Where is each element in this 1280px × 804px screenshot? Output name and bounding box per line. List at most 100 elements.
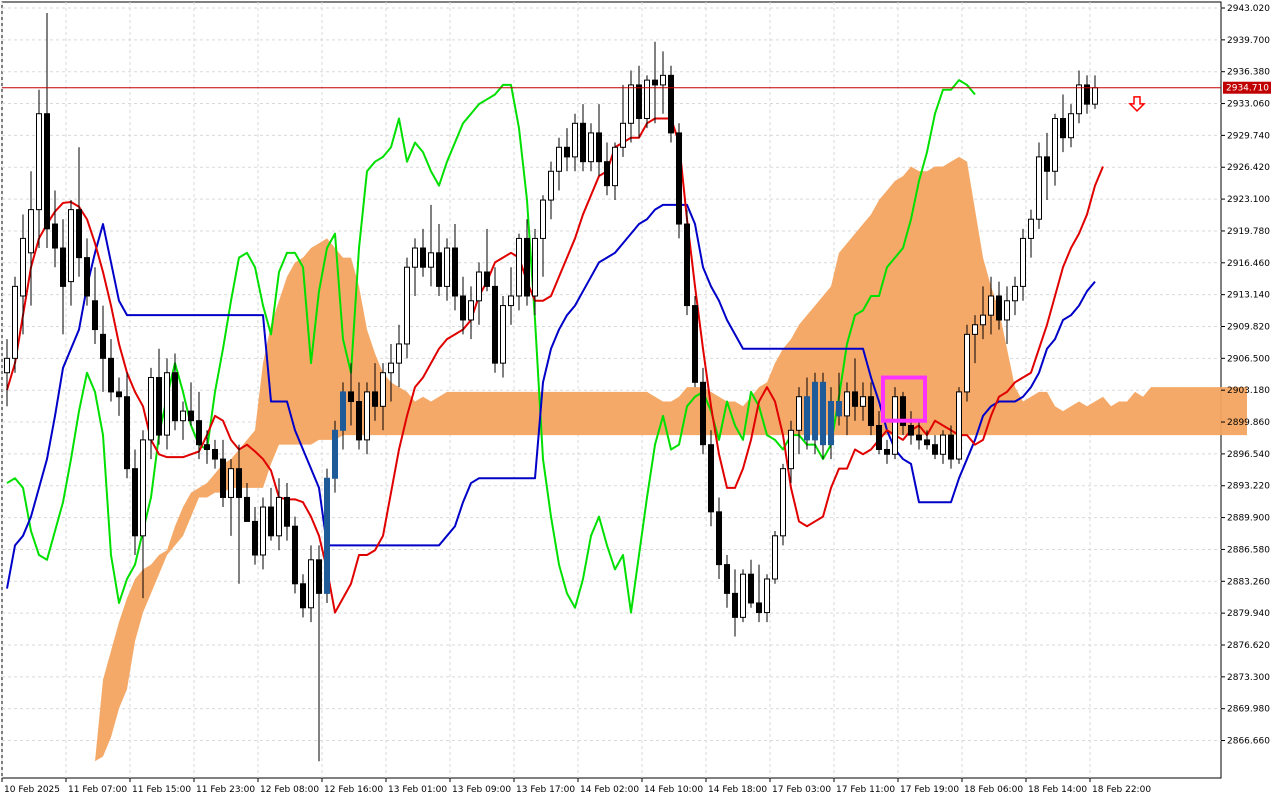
candle-body bbox=[932, 444, 938, 455]
candle-body bbox=[636, 84, 642, 120]
candle-body bbox=[884, 448, 890, 455]
price-tick-label: 2899.860 bbox=[1227, 418, 1270, 428]
price-tick-label: 2916.460 bbox=[1227, 259, 1270, 269]
candle-body bbox=[788, 429, 794, 470]
cloud-segment bbox=[671, 396, 679, 436]
time-tick-label: 11 Feb 15:00 bbox=[132, 785, 191, 795]
candle-body bbox=[220, 458, 226, 498]
price-tick-label: 2873.300 bbox=[1227, 673, 1270, 683]
candle-body bbox=[676, 132, 682, 225]
price-tick-label: 2933.060 bbox=[1227, 100, 1270, 110]
time-tick-label: 14 Feb 02:00 bbox=[580, 785, 639, 795]
price-tick-label: 2943.020 bbox=[1227, 4, 1270, 14]
cloud-segment bbox=[327, 238, 335, 440]
candle-body bbox=[956, 391, 962, 460]
candle-body bbox=[92, 300, 98, 331]
candle-body bbox=[868, 396, 874, 426]
candle-body bbox=[484, 271, 490, 287]
candle-body bbox=[628, 84, 634, 124]
cloud-segment bbox=[935, 166, 943, 436]
cloud-segment bbox=[607, 391, 615, 436]
candle-body bbox=[4, 357, 10, 374]
candle-body bbox=[836, 401, 842, 417]
price-tick-label: 2923.100 bbox=[1227, 195, 1270, 205]
cloud-segment bbox=[431, 396, 439, 436]
candle-body bbox=[724, 564, 730, 594]
price-tick-label: 2919.780 bbox=[1227, 227, 1270, 237]
cloud-segment bbox=[1039, 391, 1047, 436]
cloud-segment bbox=[391, 382, 399, 436]
price-tick-label: 2893.220 bbox=[1227, 482, 1270, 492]
cloud-segment bbox=[1071, 401, 1079, 436]
candle-body bbox=[84, 257, 90, 297]
candle bbox=[708, 430, 714, 527]
price-chart[interactable]: 2943.020 2939.700 2936.380 2933.060 2929.740… bbox=[0, 0, 1280, 800]
candle-body bbox=[1044, 156, 1050, 172]
candle bbox=[780, 463, 786, 546]
time-tick-label: 14 Feb 18:00 bbox=[708, 785, 767, 795]
candle-body bbox=[1020, 237, 1026, 287]
candle-body bbox=[420, 247, 426, 268]
candle-body bbox=[76, 209, 82, 259]
cloud-segment bbox=[1207, 387, 1215, 436]
time-tick-label: 18 Feb 22:00 bbox=[1092, 785, 1151, 795]
candle-body bbox=[108, 357, 114, 393]
candle-body bbox=[740, 573, 746, 618]
cloud-segment bbox=[455, 391, 463, 436]
candle-body bbox=[28, 209, 34, 254]
candle-body bbox=[12, 285, 18, 359]
candle-body bbox=[748, 573, 754, 604]
cloud-segment bbox=[615, 391, 623, 436]
candle-body bbox=[212, 448, 218, 460]
candle-body bbox=[1060, 118, 1066, 139]
candle-body bbox=[844, 391, 850, 417]
candle-body bbox=[1068, 113, 1074, 139]
price-tick-label: 2886.580 bbox=[1227, 545, 1270, 555]
candle-body bbox=[556, 146, 562, 172]
cloud-segment bbox=[495, 391, 503, 436]
candle-body bbox=[252, 520, 258, 556]
candle-body bbox=[692, 305, 698, 383]
candle-body bbox=[972, 324, 978, 335]
cloud-segment bbox=[487, 391, 495, 436]
candle-body bbox=[52, 223, 58, 249]
candle-body bbox=[1052, 118, 1058, 172]
candle-body bbox=[260, 506, 266, 556]
candle-body bbox=[452, 247, 458, 297]
candle-body bbox=[1036, 156, 1042, 220]
cloud-segment bbox=[1119, 401, 1127, 436]
price-tick-label: 2936.380 bbox=[1227, 68, 1270, 78]
cloud-segment bbox=[399, 387, 407, 436]
candle-body bbox=[796, 396, 802, 431]
candle-body bbox=[940, 434, 946, 455]
candle-body bbox=[300, 583, 306, 609]
candle-body bbox=[500, 305, 506, 364]
time-tick-label: 11 Feb 07:00 bbox=[68, 785, 127, 795]
time-tick-label: 13 Feb 01:00 bbox=[388, 785, 447, 795]
cloud-segment bbox=[903, 166, 911, 436]
candle-body bbox=[60, 247, 66, 287]
price-tick-label: 2939.700 bbox=[1227, 36, 1270, 46]
candle-body bbox=[588, 132, 594, 163]
cloud-segment bbox=[943, 161, 951, 436]
candle bbox=[684, 209, 690, 316]
time-tick-label: 17 Feb 11:00 bbox=[836, 785, 895, 795]
cloud-segment bbox=[1159, 387, 1167, 436]
price-tick-label: 2906.500 bbox=[1227, 354, 1270, 364]
candle-body bbox=[228, 468, 234, 498]
candle-body bbox=[100, 333, 106, 359]
candle-body bbox=[524, 237, 530, 297]
candle-body bbox=[732, 592, 738, 618]
candle bbox=[956, 387, 962, 464]
candle-body bbox=[140, 439, 146, 537]
candle-body bbox=[780, 468, 786, 537]
candle-body bbox=[180, 410, 186, 422]
candle bbox=[292, 516, 298, 594]
cloud-segment bbox=[575, 391, 583, 436]
candle-body bbox=[820, 381, 826, 446]
candle bbox=[772, 531, 778, 584]
candle-body bbox=[1028, 218, 1034, 239]
chart-container[interactable]: 2943.020 2939.700 2936.380 2933.060 2929.740… bbox=[0, 0, 1280, 800]
candle-body bbox=[36, 113, 42, 211]
candle-body bbox=[340, 391, 346, 431]
